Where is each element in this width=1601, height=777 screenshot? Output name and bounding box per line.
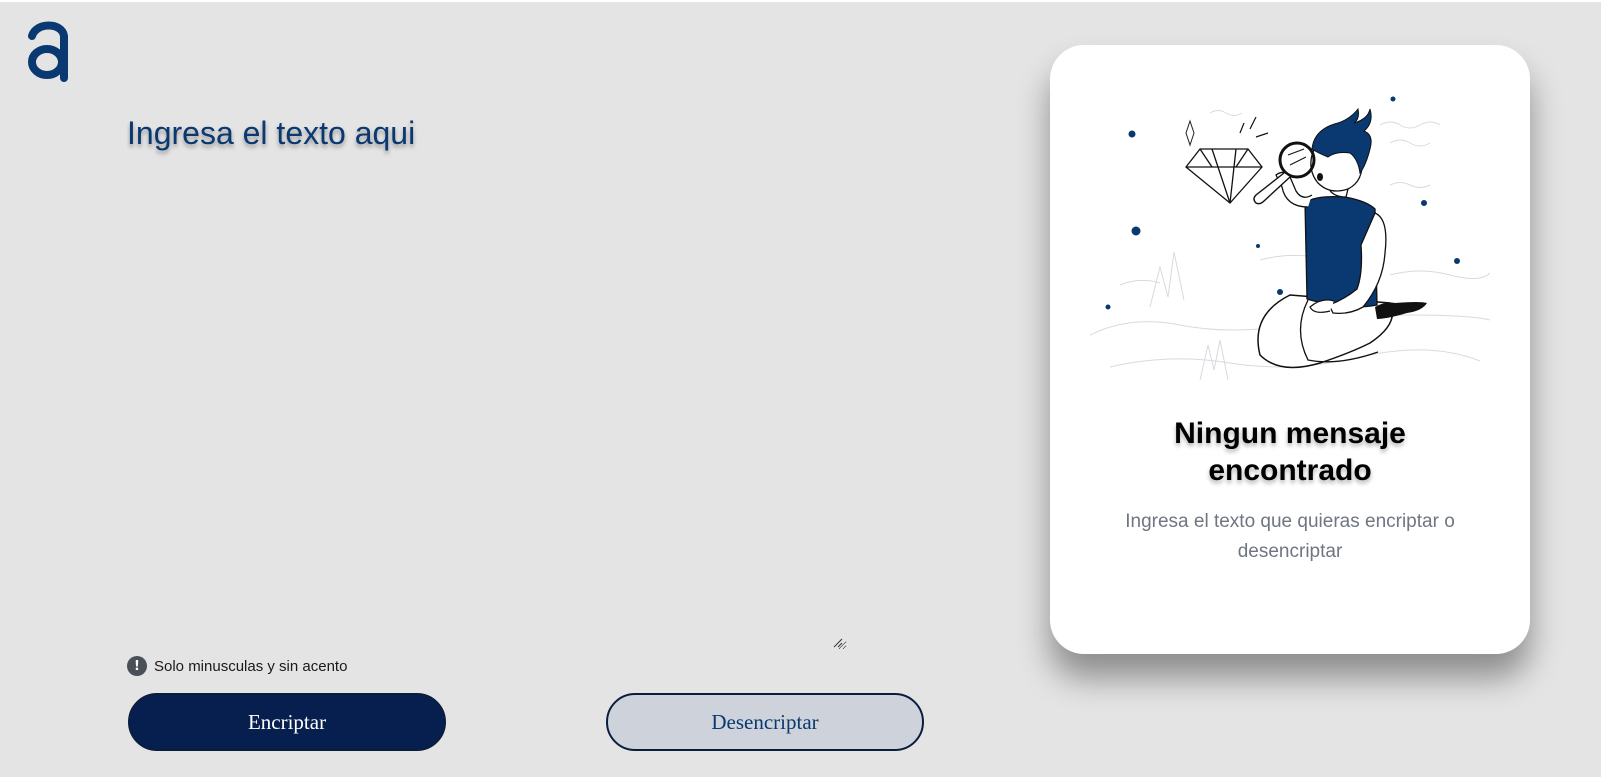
alura-logo-icon (28, 21, 68, 82)
empty-message-title: Ningun mensaje encontrado (1050, 415, 1530, 489)
empty-message-title-line2: encontrado (1208, 454, 1372, 487)
empty-message-subtitle: Ingresa el texto que quieras encriptar o… (1125, 511, 1455, 562)
message-input[interactable] (127, 110, 847, 650)
input-hint: ! Solo minusculas y sin acento (127, 656, 347, 676)
empty-message-title-line1: Ningun mensaje (1174, 417, 1406, 450)
decrypt-button[interactable]: Desencriptar (606, 693, 924, 751)
exclamation-circle-icon: ! (127, 656, 147, 676)
searching-person-illustration-icon (1090, 96, 1490, 381)
output-card: Ningun mensaje encontrado Ingresa el tex… (1050, 45, 1530, 654)
resize-handle-icon[interactable] (833, 638, 843, 648)
encrypt-button[interactable]: Encriptar (128, 693, 446, 751)
top-edge (0, 0, 1601, 2)
hint-text: Solo minusculas y sin acento (154, 657, 348, 675)
